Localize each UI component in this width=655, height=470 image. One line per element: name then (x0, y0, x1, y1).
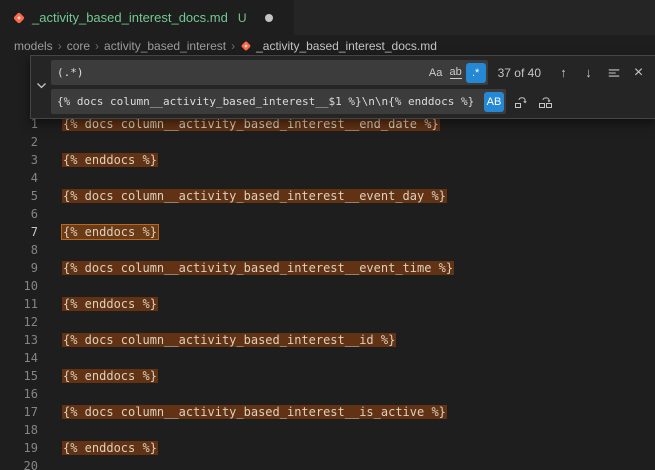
code-line[interactable]: 3 {% enddocs %} (0, 151, 655, 169)
code-line[interactable]: 11 {% enddocs %} (0, 295, 655, 313)
tab-filename: _activity_based_interest_docs.md (32, 10, 228, 25)
regex-toggle[interactable]: .* (466, 63, 486, 83)
preserve-case-toggle[interactable]: AB (484, 92, 504, 112)
code-line[interactable]: 4 (0, 169, 655, 187)
code-line[interactable]: 10 (0, 277, 655, 295)
code-line[interactable]: 20 (0, 457, 655, 470)
find-match: {% docs column__activity_based_interest_… (62, 405, 447, 419)
results-count: 37 of 40 (498, 66, 541, 80)
line-number[interactable]: 2 (0, 135, 38, 149)
git-status-badge: U (238, 11, 247, 25)
code-line[interactable]: 12 (0, 313, 655, 331)
dbt-file-icon (12, 11, 26, 25)
breadcrumb-item[interactable]: models (14, 39, 53, 53)
line-number[interactable]: 10 (0, 279, 38, 293)
replace-button[interactable] (510, 91, 531, 112)
line-number[interactable]: 11 (0, 297, 38, 311)
breadcrumb-separator: › (95, 39, 99, 53)
breadcrumb-separator: › (231, 39, 235, 53)
breadcrumb-item[interactable]: core (67, 39, 90, 53)
line-text: {% enddocs %} (38, 225, 158, 239)
find-input-value[interactable]: (.*) (57, 66, 426, 79)
breadcrumb-separator: › (58, 39, 62, 53)
line-text: {% docs column__activity_based_interest_… (38, 405, 447, 419)
breadcrumb-item[interactable]: activity_based_interest (104, 39, 226, 53)
line-number[interactable]: 16 (0, 387, 38, 401)
find-match: {% docs column__activity_based_interest_… (62, 333, 396, 347)
breadcrumb: models › core › activity_based_interest › _ac… (0, 35, 655, 57)
code-line[interactable]: 9 {% docs column__activity_based_interest… (0, 259, 655, 277)
find-match: {% enddocs %} (62, 297, 158, 311)
line-number[interactable]: 17 (0, 405, 38, 419)
line-text: {% docs column__activity_based_interest_… (38, 189, 447, 203)
find-widget: (.*) Aa ab .* 37 of 40 ↑ ↓ × {% docs col… (30, 55, 655, 119)
find-match: {% enddocs %} (62, 441, 158, 455)
line-number[interactable]: 15 (0, 369, 38, 383)
match-case-toggle[interactable]: Aa (426, 63, 446, 83)
line-number[interactable]: 19 (0, 441, 38, 455)
breadcrumb-file[interactable]: _activity_based_interest_docs.md (256, 39, 437, 53)
toggle-replace-button[interactable] (31, 60, 51, 114)
line-text: {% enddocs %} (38, 369, 158, 383)
code-line[interactable]: 19 {% enddocs %} (0, 439, 655, 457)
find-match: {% docs column__activity_based_interest_… (62, 117, 440, 131)
code-line[interactable]: 13 {% docs column__activity_based_interes… (0, 331, 655, 349)
line-text: {% docs column__activity_based_interest_… (38, 261, 454, 275)
line-number[interactable]: 18 (0, 423, 38, 437)
close-find-button[interactable]: × (628, 62, 649, 83)
code-line[interactable]: 5 {% docs column__activity_based_interest… (0, 187, 655, 205)
breadcrumb-items: models › core › activity_based_interest › (14, 39, 240, 53)
line-text: {% enddocs %} (38, 153, 158, 167)
line-number[interactable]: 14 (0, 351, 38, 365)
code-line[interactable]: 15 {% enddocs %} (0, 367, 655, 385)
find-match: {% enddocs %} (62, 153, 158, 167)
previous-match-button[interactable]: ↑ (553, 62, 574, 83)
line-number[interactable]: 4 (0, 171, 38, 185)
find-match: {% enddocs %} (62, 369, 158, 383)
code-line[interactable]: 7 {% enddocs %} (0, 223, 655, 241)
editor-lines: 1 {% docs column__activity_based_interest… (0, 115, 655, 470)
next-match-button[interactable]: ↓ (578, 62, 599, 83)
code-line[interactable]: 8 (0, 241, 655, 259)
find-input[interactable]: (.*) Aa ab .* (51, 60, 488, 85)
code-line[interactable]: 18 (0, 421, 655, 439)
line-number[interactable]: 1 (0, 117, 38, 131)
line-number[interactable]: 9 (0, 261, 38, 275)
line-number[interactable]: 13 (0, 333, 38, 347)
tab-bar: _activity_based_interest_docs.md U (0, 0, 655, 35)
code-line[interactable]: 6 (0, 205, 655, 223)
line-number[interactable]: 20 (0, 459, 38, 470)
line-text: {% enddocs %} (38, 441, 158, 455)
find-match: {% docs column__activity_based_interest_… (62, 189, 447, 203)
code-line[interactable]: 17 {% docs column__activity_based_interes… (0, 403, 655, 421)
line-number[interactable]: 8 (0, 243, 38, 257)
line-number[interactable]: 6 (0, 207, 38, 221)
replace-input-value[interactable]: {% docs column__activity_based_interest_… (57, 95, 484, 108)
code-line[interactable]: 14 (0, 349, 655, 367)
line-number[interactable]: 5 (0, 189, 38, 203)
find-match: {% docs column__activity_based_interest_… (62, 261, 454, 275)
editor-tab[interactable]: _activity_based_interest_docs.md U (0, 0, 295, 35)
line-text: {% docs column__activity_based_interest_… (38, 117, 440, 131)
line-number[interactable]: 12 (0, 315, 38, 329)
line-text: {% docs column__activity_based_interest_… (38, 333, 396, 347)
unsaved-dot-icon[interactable] (265, 14, 273, 22)
line-number[interactable]: 3 (0, 153, 38, 167)
code-line[interactable]: 2 (0, 133, 655, 151)
replace-input[interactable]: {% docs column__activity_based_interest_… (51, 89, 506, 114)
line-text: {% enddocs %} (38, 297, 158, 311)
code-line[interactable]: 16 (0, 385, 655, 403)
find-match-current: {% enddocs %} (62, 225, 158, 239)
replace-all-button[interactable] (535, 91, 556, 112)
dbt-file-icon-small (240, 40, 252, 52)
line-number[interactable]: 7 (0, 225, 38, 239)
whole-word-toggle[interactable]: ab (446, 63, 466, 83)
chevron-down-icon (36, 78, 47, 96)
find-in-selection-button[interactable] (603, 62, 624, 83)
